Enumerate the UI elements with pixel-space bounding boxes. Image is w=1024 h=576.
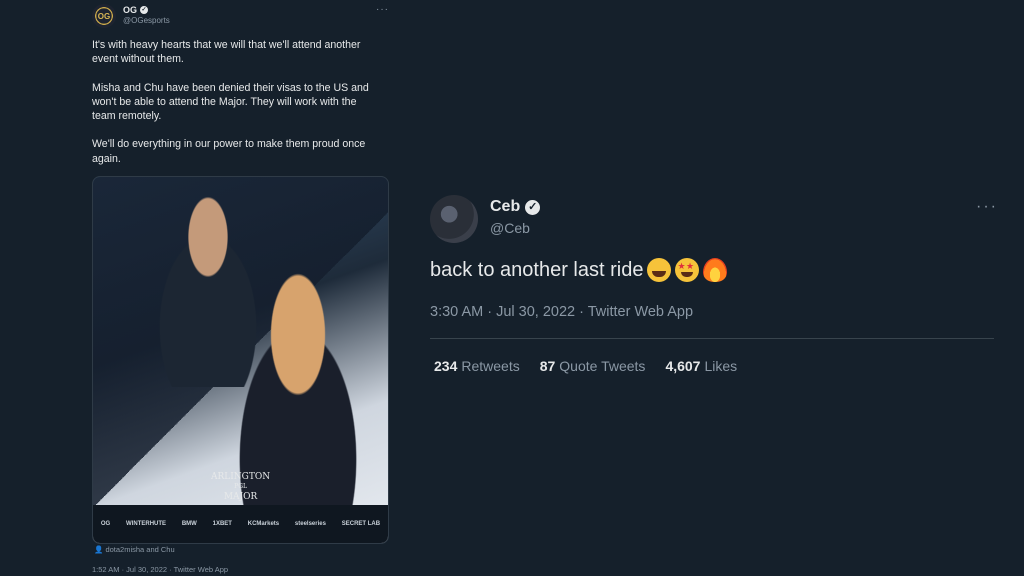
tweet-media-image[interactable]: ARLINGTON PGL MAJOR OG WINTERHUTE BMW 1X… [92, 176, 389, 544]
tagged-users-text: dota2misha and Chu [105, 545, 175, 554]
sponsor-bar: OG WINTERHUTE BMW 1XBET KCMarkets steels… [93, 505, 388, 543]
star-struck-emoji-icon [675, 258, 700, 282]
arlington-major-logo: ARLINGTON PGL MAJOR [211, 472, 270, 502]
ceb-tweet-text: back to another last ride [430, 258, 728, 282]
og-display-name[interactable]: OG ✓ [123, 5, 149, 15]
logo-line-2: PGL [234, 483, 247, 490]
more-options-icon[interactable]: ··· [376, 4, 389, 15]
sponsor-bmw: BMW [181, 521, 197, 527]
sponsor-kcmarkets: KCMarkets [247, 521, 280, 527]
og-tweet-text: It's with heavy hearts that we will that… [92, 38, 380, 180]
logo-line-1: ARLINGTON [211, 472, 271, 482]
sponsor-og: OG [100, 521, 111, 527]
og-tweet[interactable]: OG OG ✓ @OGesports ··· It's with heavy h… [80, 0, 400, 576]
verified-badge-icon: ✓ [525, 199, 541, 215]
tears-of-joy-emoji-icon [647, 258, 672, 282]
verified-badge-icon: ✓ [140, 6, 149, 14]
logo-line-3: MAJOR [223, 492, 258, 502]
tagged-users[interactable]: 👤 dota2misha and Chu [94, 545, 175, 554]
quote-tweets-stat[interactable]: 87 Quote Tweets [540, 358, 646, 374]
person-icon: 👤 [94, 545, 104, 554]
og-handle[interactable]: @OGesports [123, 16, 170, 25]
retweets-label: Retweets [461, 358, 520, 374]
divider [430, 338, 994, 339]
fire-emoji-icon [703, 258, 728, 282]
og-avatar-label: OG [97, 11, 111, 21]
ceb-handle[interactable]: @Ceb [490, 220, 530, 236]
tweet-paragraph: It's with heavy hearts that we will that… [92, 39, 361, 66]
sponsor-secretlab: SECRET LAB [341, 521, 381, 527]
tweet-paragraph: Misha and Chu have been denied their vis… [92, 81, 369, 123]
ceb-tweet-timestamp[interactable]: 3:30 AM · Jul 30, 2022 · Twitter Web App [430, 304, 693, 320]
ceb-display-name[interactable]: Ceb ✓ [490, 198, 541, 216]
ceb-avatar[interactable] [430, 195, 478, 243]
tweet-body: back to another last ride [430, 258, 644, 281]
og-avatar[interactable]: OG [92, 4, 116, 28]
likes-count: 4,607 [665, 358, 701, 374]
sponsor-steelseries: steelseries [294, 521, 326, 527]
quote-tweets-label: Quote Tweets [559, 358, 646, 374]
ceb-tweet[interactable]: Ceb ✓ @Ceb ··· back to another last ride… [418, 180, 1008, 380]
quote-tweets-count: 87 [539, 358, 556, 374]
sponsor-1xbet: 1XBET [212, 521, 232, 527]
retweets-count: 234 [434, 358, 458, 374]
retweets-stat[interactable]: 234 Retweets [434, 358, 520, 374]
ceb-name-text: Ceb [490, 198, 521, 215]
more-options-icon[interactable]: ··· [976, 198, 998, 216]
likes-label: Likes [704, 358, 738, 374]
og-name-text: OG [123, 5, 138, 15]
og-tweet-timestamp[interactable]: 1:52 AM · Jul 30, 2022 · Twitter Web App [92, 565, 228, 574]
tweet-paragraph: We'll do everything in our power to make… [92, 138, 366, 165]
likes-stat[interactable]: 4,607 Likes [665, 358, 737, 374]
tweet-stats: 234 Retweets 87 Quote Tweets 4,607 Likes [434, 358, 737, 374]
sponsor-winterhute: WINTERHUTE [126, 521, 167, 527]
